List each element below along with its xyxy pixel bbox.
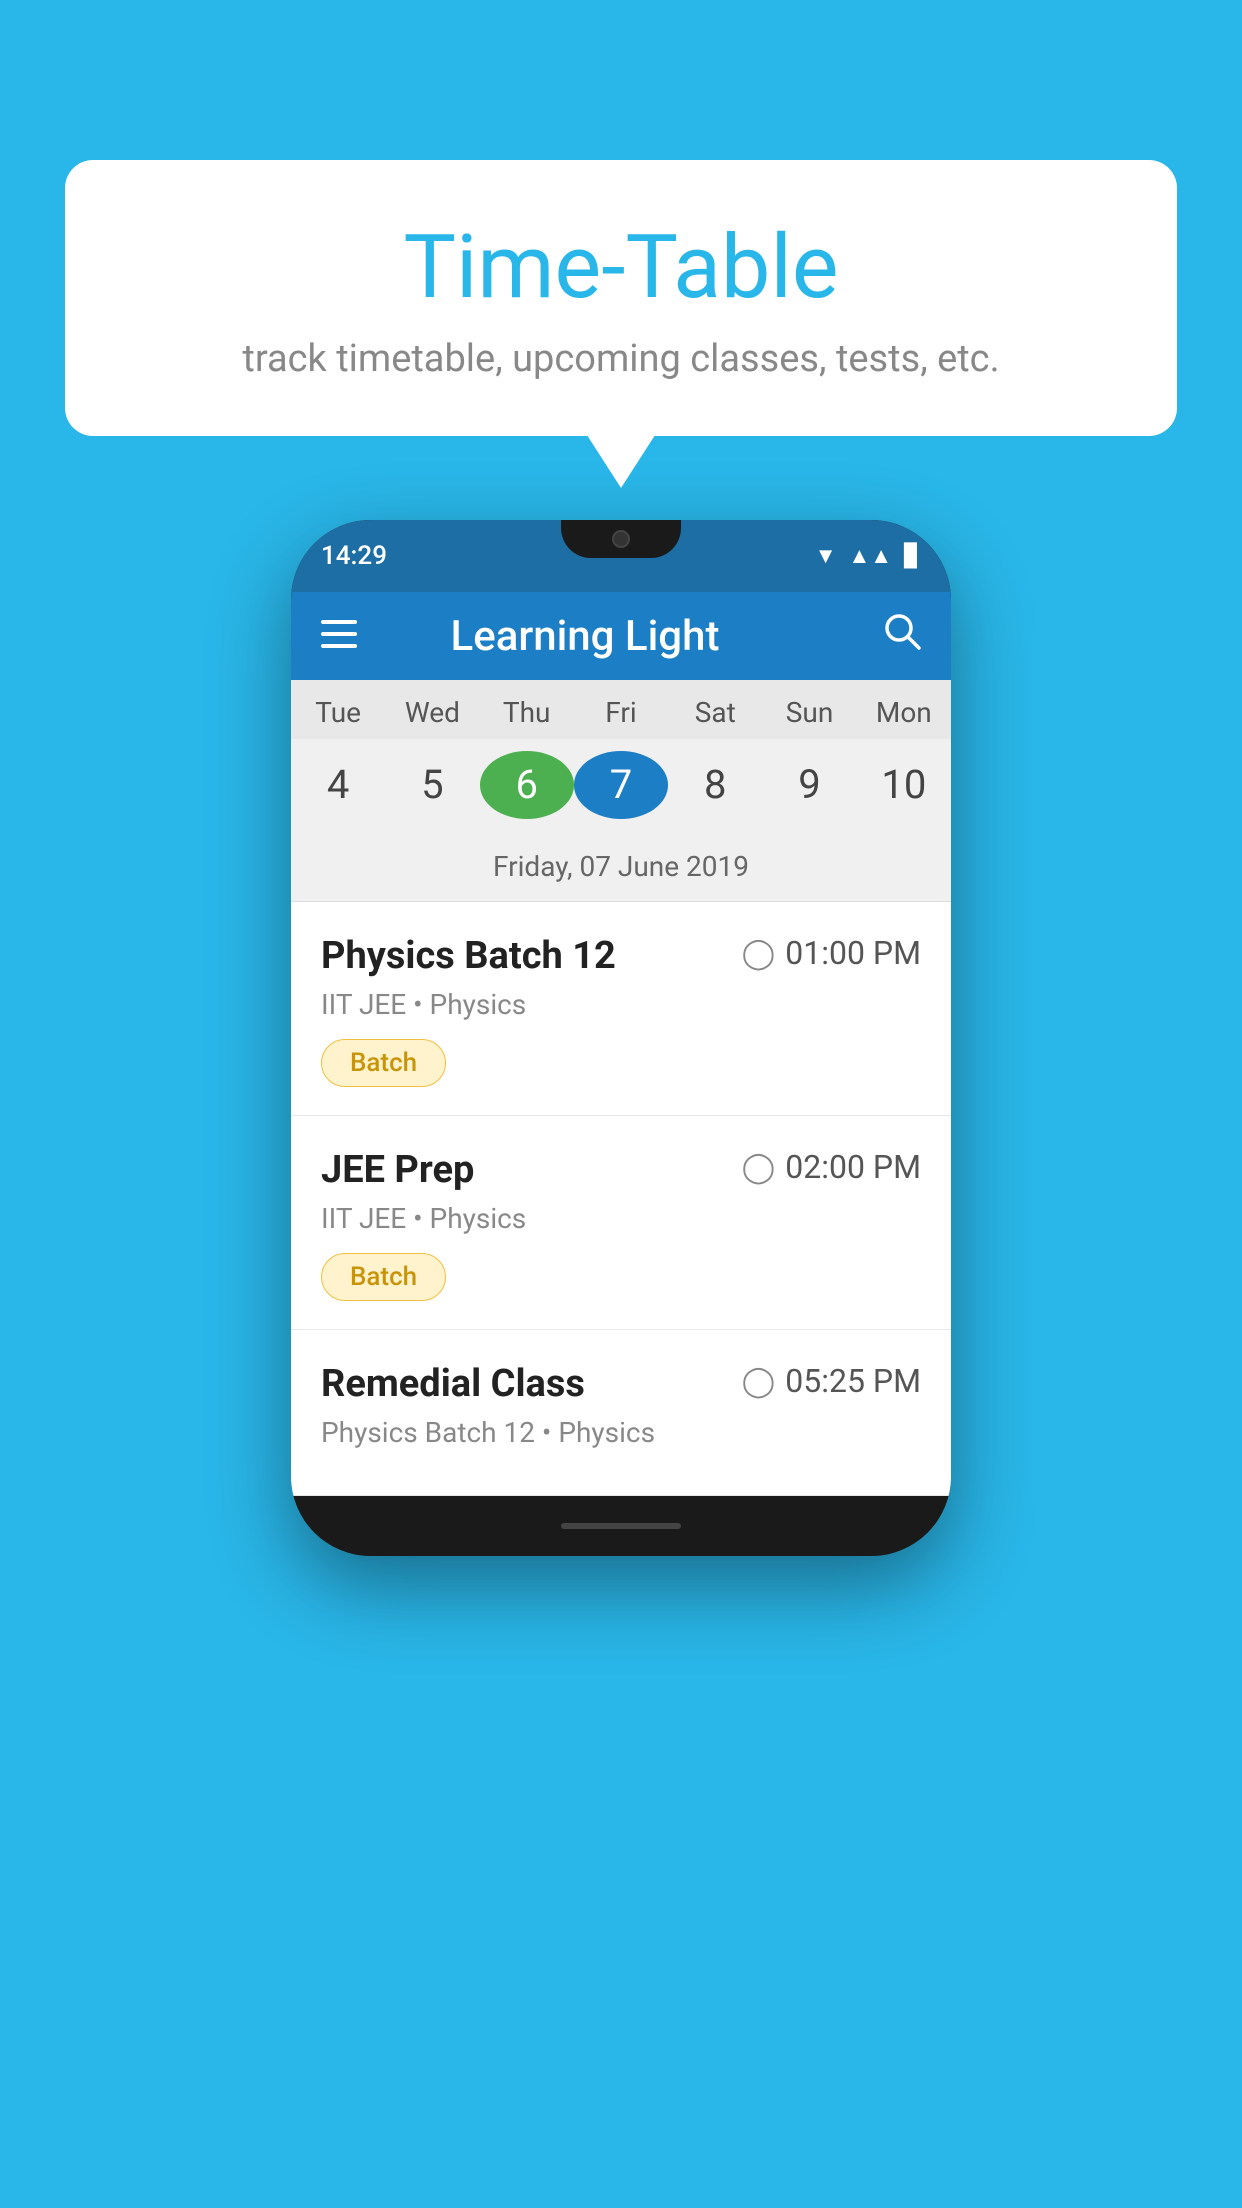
bubble-subtitle: track timetable, upcoming classes, tests… (145, 337, 1097, 381)
schedule-item-2-title: JEE Prep (321, 1148, 474, 1192)
schedule-item-3-time: ◯ 05:25 PM (742, 1362, 921, 1400)
schedule-list: Physics Batch 12 ◯ 01:00 PM IIT JEE • Ph… (291, 902, 951, 1496)
schedule-item-1-time: ◯ 01:00 PM (742, 934, 921, 972)
search-icon[interactable] (883, 612, 921, 660)
schedule-item-1-header: Physics Batch 12 ◯ 01:00 PM (321, 934, 921, 978)
signal-icon: ▲▲ (849, 543, 893, 569)
phone-container: 14:29 ▼ ▲▲ ▊ L (291, 520, 951, 1556)
schedule-item-3-title: Remedial Class (321, 1362, 585, 1406)
day-header-tue: Tue (291, 680, 385, 739)
battery-icon: ▊ (904, 544, 921, 569)
selected-date-label: Friday, 07 June 2019 (291, 838, 951, 902)
status-bar: 14:29 ▼ ▲▲ ▊ (291, 520, 951, 592)
wifi-icon: ▼ (815, 543, 837, 569)
schedule-item-2-header: JEE Prep ◯ 02:00 PM (321, 1148, 921, 1192)
day-headers: Tue Wed Thu Fri Sat Sun Mon (291, 680, 951, 739)
phone-screen: 14:29 ▼ ▲▲ ▊ L (291, 520, 951, 1496)
day-numbers: 4 5 6 7 8 9 10 (291, 739, 951, 838)
day-8[interactable]: 8 (668, 749, 762, 820)
app-title: Learning Light (387, 612, 783, 661)
schedule-item-3[interactable]: Remedial Class ◯ 05:25 PM Physics Batch … (291, 1330, 951, 1496)
schedule-item-1[interactable]: Physics Batch 12 ◯ 01:00 PM IIT JEE • Ph… (291, 902, 951, 1116)
day-4[interactable]: 4 (291, 749, 385, 820)
schedule-item-2-subtitle: IIT JEE • Physics (321, 1202, 921, 1235)
status-icons: ▼ ▲▲ ▊ (815, 543, 921, 569)
phone-notch (561, 520, 681, 558)
schedule-item-2-time: ◯ 02:00 PM (742, 1148, 921, 1186)
schedule-item-1-subtitle: IIT JEE • Physics (321, 988, 921, 1021)
day-header-sun: Sun (762, 680, 856, 739)
clock-icon-2: ◯ (742, 1150, 776, 1185)
clock-icon-1: ◯ (742, 936, 776, 971)
day-5[interactable]: 5 (385, 749, 479, 820)
bubble-title: Time-Table (145, 220, 1097, 317)
calendar-strip[interactable]: Tue Wed Thu Fri Sat Sun Mon 4 5 6 7 8 9 … (291, 680, 951, 902)
status-time: 14:29 (321, 541, 387, 571)
phone-frame: 14:29 ▼ ▲▲ ▊ L (291, 520, 951, 1556)
schedule-item-2-badge: Batch (321, 1253, 446, 1301)
schedule-item-3-subtitle: Physics Batch 12 • Physics (321, 1416, 921, 1449)
day-7[interactable]: 7 (574, 751, 668, 819)
phone-bottom (291, 1496, 951, 1556)
speech-bubble: Time-Table track timetable, upcoming cla… (65, 160, 1177, 436)
app-bar: Learning Light (291, 592, 951, 680)
clock-icon-3: ◯ (742, 1364, 776, 1399)
hamburger-menu-icon[interactable] (321, 615, 357, 657)
schedule-item-3-header: Remedial Class ◯ 05:25 PM (321, 1362, 921, 1406)
day-10[interactable]: 10 (857, 749, 951, 820)
schedule-item-1-title: Physics Batch 12 (321, 934, 616, 978)
day-header-mon: Mon (857, 680, 951, 739)
day-9[interactable]: 9 (762, 749, 856, 820)
camera (612, 530, 630, 548)
day-header-fri: Fri (574, 680, 668, 739)
day-6[interactable]: 6 (480, 751, 574, 819)
home-indicator (561, 1523, 681, 1529)
day-header-wed: Wed (385, 680, 479, 739)
day-header-thu: Thu (480, 680, 574, 739)
schedule-item-1-badge: Batch (321, 1039, 446, 1087)
day-header-sat: Sat (668, 680, 762, 739)
schedule-item-2[interactable]: JEE Prep ◯ 02:00 PM IIT JEE • Physics Ba… (291, 1116, 951, 1330)
speech-bubble-section: Time-Table track timetable, upcoming cla… (65, 160, 1177, 436)
